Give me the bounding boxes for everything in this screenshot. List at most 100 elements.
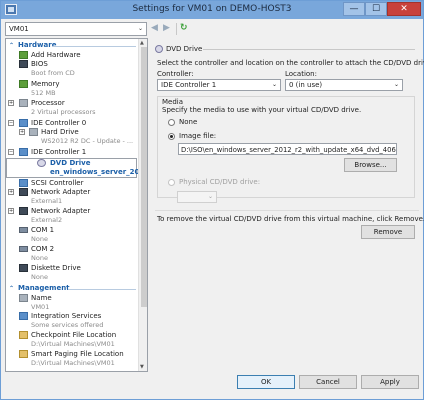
ide-controller-icon [19,148,28,156]
collapse-tree-icon[interactable]: − [8,120,14,126]
sidebar-item-sub: VM01 [31,303,50,311]
sidebar-item-label: Checkpoint File Location [31,331,117,339]
browse-button[interactable]: Browse... [344,158,397,172]
close-button[interactable]: ✕ [387,2,421,16]
controller-select-value: IDE Controller 1 [161,81,217,89]
sidebar-item-sub: None [31,235,48,243]
dvd-drive-panel: DVD Drive Select the controller and loca… [151,38,424,372]
sidebar-item-com1[interactable]: COM 1 None [6,226,137,245]
hardware-title: Hardware [18,41,57,49]
sidebar-item-name[interactable]: Name VM01 [6,294,137,313]
media-group: Media Specify the media to use with your… [157,96,415,198]
scroll-up-icon[interactable]: ▲ [140,40,144,46]
physical-drive-select[interactable]: ⌄ [177,191,217,203]
controller-label: Controller: [157,70,194,78]
management-title: Management [18,284,70,292]
sidebar-item-network-adapter-1[interactable]: + Network Adapter External1 [6,188,137,207]
tree-scrollbar[interactable]: ▲ ▼ [138,39,147,371]
sidebar-item-smart-paging-location[interactable]: Smart Paging File Location D:\Virtual Ma… [6,350,137,369]
image-file-label[interactable]: Image file: [179,132,216,140]
location-select-value: 0 (in use) [289,81,323,89]
sidebar-item-network-adapter-2[interactable]: + Network Adapter External2 [6,207,137,226]
sidebar-item-hard-drive[interactable]: + Hard Drive WS2012 R2 DC - Update - ... [6,128,137,147]
sidebar-item-sub: 2 Virtual processors [31,108,96,116]
controller-select[interactable]: IDE Controller 1 ⌄ [157,79,281,91]
sidebar-item-label: Name [31,294,52,302]
sidebar-item-sub: en_windows_server_20... [50,168,148,176]
image-file-radio[interactable] [168,133,175,140]
intro-text: Select the controller and location on th… [157,59,424,67]
maximize-button[interactable]: ☐ [365,2,387,16]
location-select[interactable]: 0 (in use) ⌄ [285,79,403,91]
image-file-path-input[interactable]: D:\ISO\en_windows_server_2012_r2_with_up… [178,143,397,155]
sidebar-item-dvd-drive[interactable]: DVD Drive en_windows_server_20... [6,158,147,178]
apply-button[interactable]: Apply [361,375,419,389]
sidebar-item-sub: D:\Virtual Machines\VM01 [31,359,115,367]
section-divider [52,46,136,47]
sidebar-item-label: Network Adapter [31,188,91,196]
diskette-icon [19,264,28,272]
sidebar-item-diskette-drive[interactable]: Diskette Drive None [6,264,137,283]
none-label[interactable]: None [179,118,197,126]
sidebar-item-sub: WS2012 R2 DC - Update - ... [41,137,134,145]
expand-icon[interactable]: + [8,208,14,214]
cancel-button[interactable]: Cancel [299,375,357,389]
sidebar-item-label: Add Hardware [31,51,81,59]
sidebar-item-label: Memory [31,80,60,88]
scroll-thumb[interactable] [141,47,147,307]
media-description: Specify the media to use with your virtu… [162,106,362,114]
sidebar-item-label: Hard Drive [41,128,79,136]
physical-drive-label: Physical CD/DVD drive: [179,178,261,186]
sidebar-item-sub: Boot from CD [31,69,75,77]
sidebar-item-label: IDE Controller 1 [31,148,87,156]
chevron-down-icon: ⌄ [207,193,213,200]
collapse-tree-icon[interactable]: − [8,149,14,155]
physical-drive-radio[interactable] [168,179,175,186]
vm-select[interactable]: VM01 ⌄ [5,22,147,36]
sidebar-item-label: Processor [31,99,65,107]
minimize-button[interactable]: — [343,2,365,16]
expand-icon[interactable]: + [8,100,14,106]
header-divider [203,49,415,50]
expand-icon[interactable]: + [8,189,14,195]
sidebar-item-label: IDE Controller 0 [31,119,87,127]
sidebar-item-sub: External2 [31,216,63,224]
none-radio[interactable] [168,119,175,126]
sidebar-item-checkpoint-location[interactable]: Checkpoint File Location D:\Virtual Mach… [6,331,137,350]
sidebar-item-memory[interactable]: Memory 512 MB [6,80,137,99]
remove-instructions: To remove the virtual CD/DVD drive from … [157,215,424,223]
add-hardware-icon [19,51,28,59]
sidebar-item-label: Integration Services [31,312,102,320]
section-divider [68,289,136,290]
sidebar-item-label: DVD Drive [50,159,91,167]
back-arrow-icon[interactable]: ◀ [151,23,158,34]
sidebar-item-processor[interactable]: + Processor 2 Virtual processors [6,99,137,118]
folder-icon [19,331,28,339]
chevron-down-icon: ⌄ [271,81,277,88]
scroll-down-icon[interactable]: ▼ [140,364,144,370]
chevron-down-icon: ⌄ [137,25,143,32]
sidebar-item-integration-services[interactable]: Integration Services Some services offer… [6,312,137,331]
refresh-icon[interactable]: ↻ [180,23,188,34]
sidebar-item-bios[interactable]: BIOS Boot from CD [6,60,137,79]
ok-button[interactable]: OK [237,375,295,389]
sidebar-item-label: Diskette Drive [31,264,81,272]
collapse-icon: ⌃ [9,42,15,49]
memory-icon [19,80,28,88]
sidebar-item-label: SCSI Controller [31,179,84,187]
sidebar-item-com2[interactable]: COM 2 None [6,245,137,264]
dvd-disc-icon [155,45,163,53]
management-section-header[interactable]: ⌃ Management [6,284,138,293]
forward-arrow-icon[interactable]: ▶ [163,23,170,34]
settings-tree: ⌃ Hardware Add Hardware BIOS Boot from CD… [5,38,148,372]
expand-icon[interactable]: + [19,129,25,135]
scsi-controller-icon [19,179,28,187]
integration-services-icon [19,312,28,320]
processor-icon [19,99,28,107]
remove-button[interactable]: Remove [361,225,415,239]
bios-chip-icon [19,60,28,68]
com-port-icon [19,246,28,252]
hardware-section-header[interactable]: ⌃ Hardware [6,41,138,50]
sidebar-item-sub: External1 [31,197,63,205]
location-label: Location: [285,70,317,78]
